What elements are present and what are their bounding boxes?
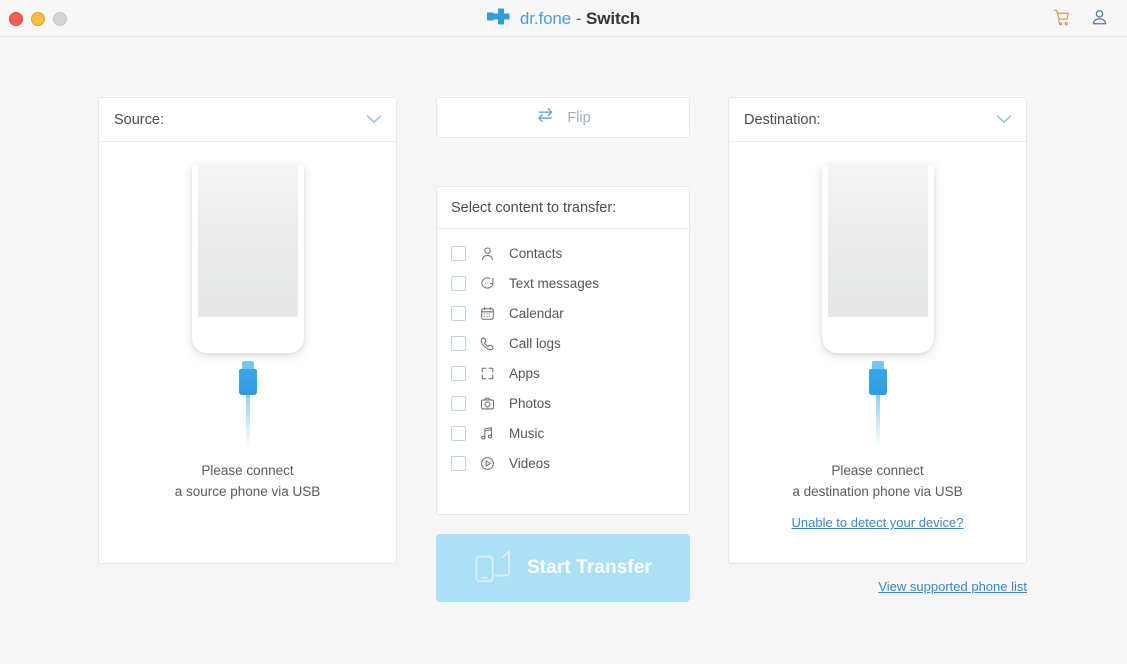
destination-panel: Destination: Please connect a destinatio… (728, 97, 1027, 564)
play-circle-icon (478, 456, 496, 471)
connector-cable (875, 395, 880, 447)
source-phone-illustration (191, 165, 304, 447)
app-title-separator: - (571, 9, 586, 28)
app-title-part2: Switch (585, 9, 641, 28)
destination-dropdown[interactable]: Destination: (729, 98, 1026, 142)
phone-screen (197, 165, 298, 317)
minimize-window-button[interactable] (31, 12, 45, 26)
start-transfer-button[interactable]: Start Transfer (436, 534, 690, 602)
usb-connector-icon (868, 361, 887, 447)
title-bar: dr.fone - Switch (0, 0, 1127, 37)
phone-screen (827, 165, 928, 317)
list-item-label: Calendar (509, 305, 564, 321)
list-item-label: Videos (509, 455, 551, 471)
list-item-videos[interactable]: Videos (437, 448, 689, 478)
detect-device-link-wrap: Unable to detect your device? (729, 514, 1026, 532)
list-item-label: Contacts (509, 245, 563, 261)
footer-links: View supported phone list (728, 578, 1027, 596)
chevron-down-icon[interactable] (996, 111, 1012, 129)
destination-panel-body: Please connect a destination phone via U… (729, 142, 1026, 563)
destination-message-line1: Please connect (831, 463, 924, 478)
source-label: Source: (114, 111, 164, 128)
music-note-icon (478, 426, 496, 441)
app-title-part1: dr.fone (519, 9, 572, 28)
checkbox-calendar[interactable] (451, 305, 466, 321)
list-item-calendar[interactable]: Calendar (437, 298, 689, 328)
list-item-label: Call logs (509, 335, 561, 351)
list-item-label: Apps (509, 365, 540, 381)
flip-swap-icon (535, 106, 556, 129)
list-item-label: Text messages (509, 275, 600, 291)
checkbox-apps[interactable] (451, 365, 466, 381)
connector-body (238, 369, 257, 395)
calendar-icon (478, 306, 496, 321)
destination-connect-message: Please connect a destination phone via U… (729, 460, 1026, 502)
destination-message-line2: a destination phone via USB (792, 484, 963, 499)
phone-outline-icon (191, 165, 304, 353)
two-phones-transfer-icon (474, 547, 514, 590)
checkbox-videos[interactable] (451, 455, 466, 471)
camera-icon (478, 396, 496, 411)
window-controls (9, 12, 67, 26)
account-icon[interactable] (1090, 8, 1109, 32)
content-header-label: Select content to transfer: (451, 199, 617, 216)
usb-connector-icon (238, 361, 257, 447)
apps-grid-icon (478, 366, 496, 381)
content-card-header: Select content to transfer: (437, 187, 689, 229)
destination-phone-illustration (821, 165, 934, 447)
speech-bubble-icon (478, 276, 496, 291)
checkbox-photos[interactable] (451, 395, 466, 411)
app-brand: dr.fone - Switch (0, 7, 1127, 31)
list-item-photos[interactable]: Photos (437, 388, 689, 418)
source-panel-body: Please connect a source phone via USB (99, 142, 396, 563)
content-list: Contacts Text messages Calendar Call log… (437, 229, 689, 478)
list-item-label: Music (509, 425, 545, 441)
list-item-text-messages[interactable]: Text messages (437, 268, 689, 298)
content-selection-card: Select content to transfer: Contacts Tex… (436, 186, 690, 515)
source-connect-message: Please connect a source phone via USB (99, 460, 396, 502)
phone-call-icon (478, 336, 496, 351)
app-title: dr.fone - Switch (520, 9, 640, 29)
unable-to-detect-link[interactable]: Unable to detect your device? (792, 515, 964, 530)
list-item-call-logs[interactable]: Call logs (437, 328, 689, 358)
connector-tip (241, 361, 254, 369)
connector-cable (245, 395, 250, 447)
close-window-button[interactable] (9, 12, 23, 26)
maximize-window-button[interactable] (53, 12, 67, 26)
source-message-line1: Please connect (201, 463, 294, 478)
view-supported-phone-list-link[interactable]: View supported phone list (878, 579, 1027, 594)
checkbox-text-messages[interactable] (451, 275, 466, 291)
checkbox-music[interactable] (451, 425, 466, 441)
contact-person-icon (478, 246, 496, 261)
start-transfer-label: Start Transfer (527, 557, 652, 578)
connector-tip (871, 361, 884, 369)
destination-label: Destination: (744, 111, 821, 128)
checkbox-contacts[interactable] (451, 245, 466, 261)
list-item-apps[interactable]: Apps (437, 358, 689, 388)
source-message-line2: a source phone via USB (174, 484, 321, 499)
flip-button[interactable]: Flip (436, 97, 690, 138)
list-item-label: Photos (509, 395, 552, 411)
cart-icon[interactable] (1052, 8, 1071, 32)
connector-body (868, 369, 887, 395)
chevron-down-icon[interactable] (366, 111, 382, 129)
phone-outline-icon (821, 165, 934, 353)
main-stage: Source: Please connect a source phone vi… (0, 37, 1127, 664)
flip-label: Flip (567, 109, 591, 126)
list-item-contacts[interactable]: Contacts (437, 238, 689, 268)
checkbox-call-logs[interactable] (451, 335, 466, 351)
list-item-music[interactable]: Music (437, 418, 689, 448)
dr-fone-cross-logo-icon (486, 7, 513, 31)
source-panel: Source: Please connect a source phone vi… (98, 97, 397, 564)
source-dropdown[interactable]: Source: (99, 98, 396, 142)
title-bar-actions (1052, 8, 1109, 32)
